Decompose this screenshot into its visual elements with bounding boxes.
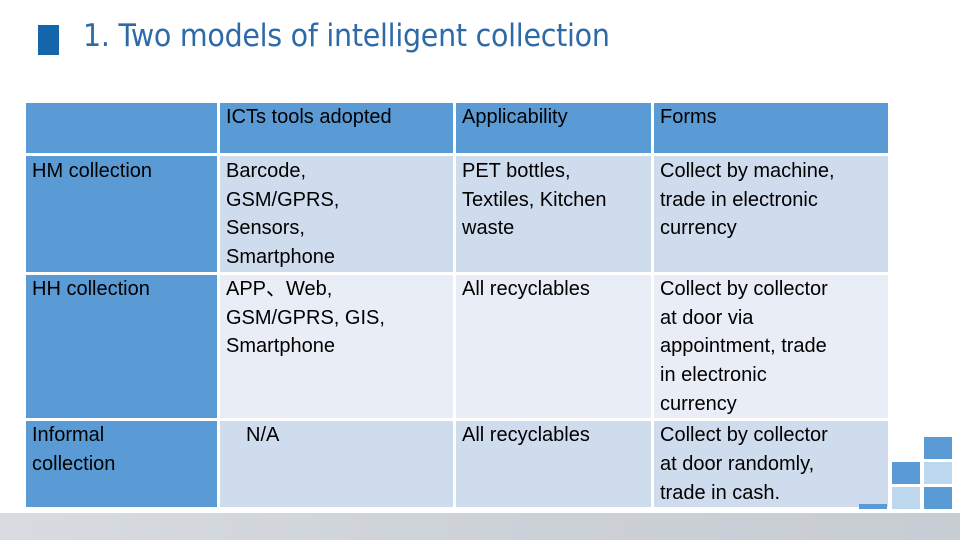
header-cell-ict-tools: ICTs tools adopted bbox=[220, 103, 456, 156]
slide-title: 1. Two models of intelligent collection bbox=[83, 18, 610, 54]
title-marker bbox=[38, 25, 59, 55]
ict-tools-cell: APP、Web, GSM/GPRS, GIS, Smartphone bbox=[220, 274, 456, 422]
row-label: Informal collection bbox=[26, 421, 220, 508]
ict-tools-cell: Barcode, GSM/GPRS, Sensors, Smartphone bbox=[220, 156, 456, 275]
table-header-row: ICTs tools adopted Applicability Forms bbox=[26, 103, 888, 156]
header-label: Forms bbox=[660, 106, 717, 128]
decorative-square bbox=[892, 487, 920, 509]
decorative-square bbox=[924, 437, 952, 459]
applicability-cell: All recyclables bbox=[456, 274, 654, 422]
decorative-square bbox=[924, 462, 952, 484]
header-cell-applicability: Applicability bbox=[456, 103, 654, 156]
decorative-square bbox=[892, 462, 920, 484]
table-row: HM collection Barcode, GSM/GPRS, Sensors… bbox=[26, 156, 888, 275]
forms-cell: Collect by machine, trade in electronic … bbox=[654, 156, 888, 275]
decorative-square bbox=[924, 487, 952, 509]
row-label: HM collection bbox=[26, 156, 220, 275]
forms-cell: Collect by collector at door randomly, t… bbox=[654, 421, 888, 508]
table-row: Informal collection N/A All recyclables … bbox=[26, 421, 888, 508]
header-cell-forms: Forms bbox=[654, 103, 888, 156]
row-label: HH collection bbox=[26, 274, 220, 422]
header-cell-empty bbox=[26, 103, 220, 156]
applicability-cell: All recyclables bbox=[456, 421, 654, 508]
footer-band bbox=[0, 513, 960, 540]
header-label: Applicability bbox=[462, 106, 568, 128]
decorative-bar bbox=[859, 504, 887, 509]
applicability-cell: PET bottles, Textiles, Kitchen waste bbox=[456, 156, 654, 275]
table-row: HH collection APP、Web, GSM/GPRS, GIS, Sm… bbox=[26, 274, 888, 422]
ict-tools-cell: N/A bbox=[220, 421, 456, 508]
header-label: ICTs tools adopted bbox=[226, 106, 392, 128]
comparison-table: ICTs tools adopted Applicability Forms H… bbox=[26, 103, 888, 508]
forms-cell: Collect by collector at door via appoint… bbox=[654, 274, 888, 422]
